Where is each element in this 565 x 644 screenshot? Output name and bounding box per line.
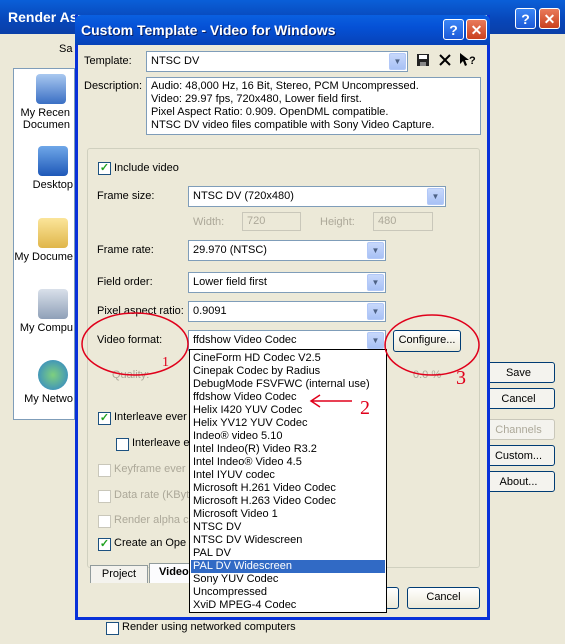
annotation-mark-3: 3 <box>456 367 466 389</box>
annotation-mark-2: 2 <box>360 397 370 419</box>
annotation-overlay: 1 2 3 <box>81 312 480 419</box>
annotation-arrow <box>309 394 352 408</box>
annotation-circle-video-format <box>81 312 189 376</box>
annotation-circle-configure <box>384 314 480 376</box>
annotation-mark-1: 1 <box>162 355 169 370</box>
